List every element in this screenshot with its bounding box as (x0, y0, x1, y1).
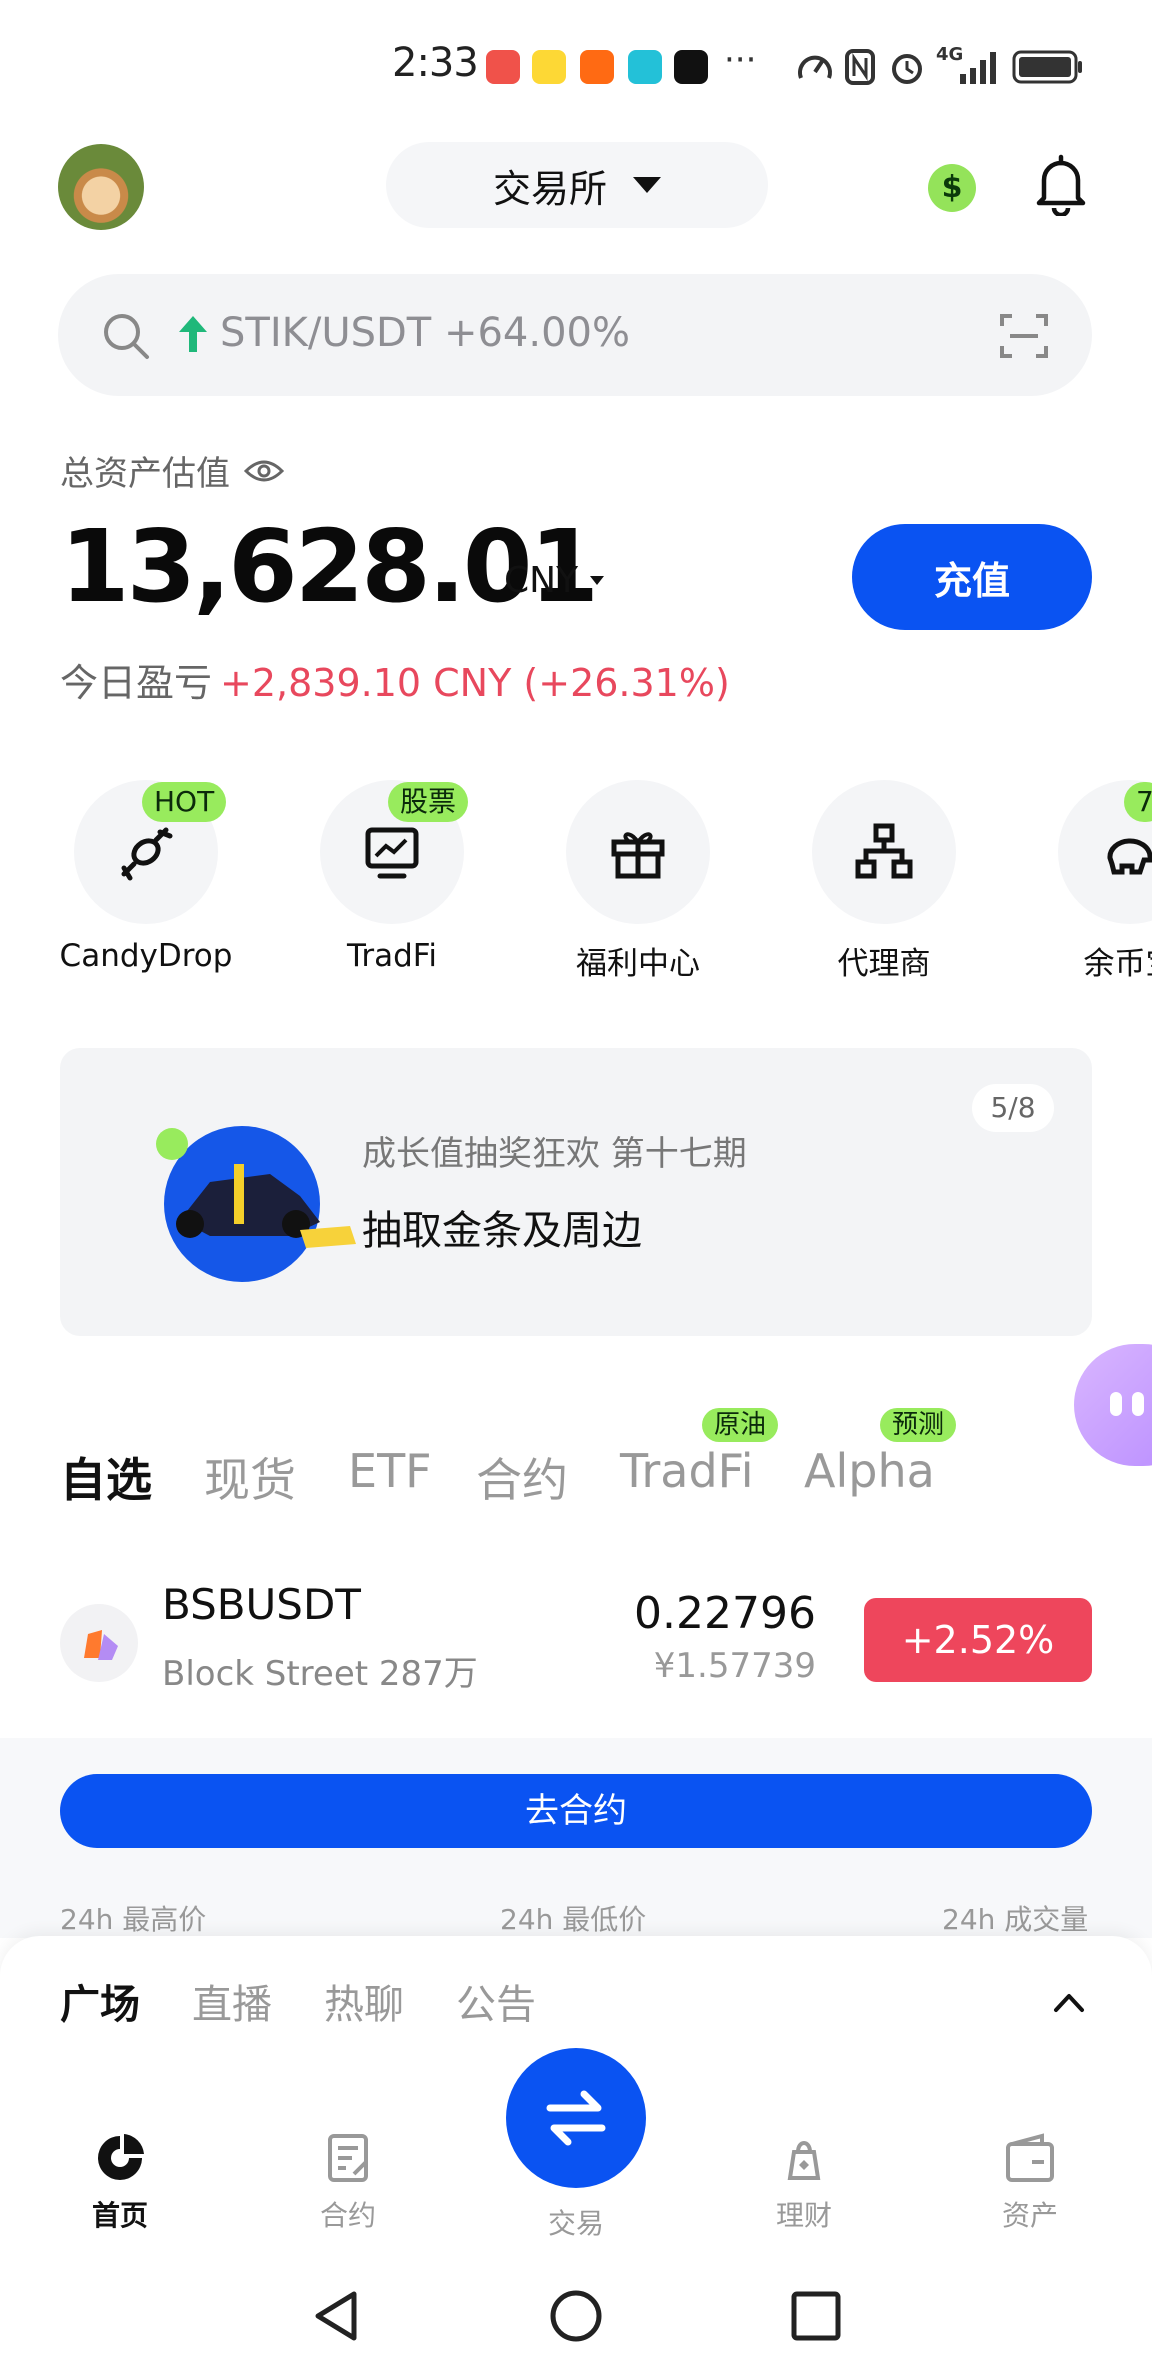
tab-announcements[interactable]: 公告 (456, 1972, 536, 2030)
contract-icon (328, 2134, 368, 2182)
back-icon[interactable] (308, 2288, 364, 2344)
today-pnl: 今日盈亏 +2,839.10 CNY (+26.31%) (60, 661, 730, 705)
shortcut-rewards-center[interactable]: 福利中心 (548, 780, 728, 983)
change-badge[interactable]: +2.52% (864, 1598, 1092, 1682)
nav-trade-label: 交易 (547, 2207, 604, 2240)
stat-24h-low-label: 24h 最低价 (500, 1903, 647, 1936)
scan-icon[interactable] (1000, 312, 1048, 360)
bell-icon[interactable] (1032, 154, 1090, 216)
search-icon (104, 314, 149, 359)
nav-assets[interactable]: 资产 (960, 2130, 1100, 2234)
tab-alpha[interactable]: Alpha (804, 1444, 935, 1498)
prediction-tag: 预测 (880, 1408, 957, 1442)
app-notification-icon (628, 50, 662, 84)
nfc-icon (845, 49, 875, 85)
banner-title: 抽取金条及周边 (362, 1208, 642, 1254)
eye-icon[interactable] (244, 459, 284, 483)
today-pnl-value: +2,839.10 CNY (+26.31%) (220, 661, 730, 705)
more-notifications-icon: ··· (724, 40, 757, 80)
coin-logo-icon (60, 1604, 138, 1682)
bot-eye-icon (1132, 1392, 1144, 1416)
gift-icon (611, 832, 665, 879)
avatar[interactable] (58, 144, 144, 230)
piggy-icon (1107, 838, 1152, 875)
search-placeholder: STIK/USDT +64.00% (220, 310, 630, 356)
caret-down-icon (590, 576, 605, 585)
candy-icon (121, 827, 173, 881)
shortcut-agent[interactable]: 代理商 (794, 780, 974, 983)
app-notification-icon (674, 50, 708, 84)
chevron-down-icon (633, 177, 661, 193)
recents-icon[interactable] (788, 2288, 844, 2344)
tab-live[interactable]: 直播 (192, 1972, 272, 2030)
currency-icon[interactable]: $ (928, 164, 976, 212)
currency-selector[interactable]: CNY (504, 560, 605, 601)
home-circle-icon[interactable] (548, 2288, 604, 2344)
nav-trade[interactable] (506, 2048, 646, 2188)
wallet-icon (1006, 2133, 1054, 2182)
tab-etf[interactable]: ETF (348, 1444, 432, 1498)
alarm-icon (892, 54, 922, 84)
home-icon (98, 2134, 144, 2180)
banner-pager: 5/8 (972, 1084, 1054, 1132)
exchange-label: 交易所 (492, 166, 607, 211)
weibo-icon (532, 50, 566, 84)
stocks-tag: 股票 (388, 782, 469, 822)
bot-eye-icon (1110, 1392, 1122, 1416)
total-assets-label: 总资产估值 (60, 446, 284, 495)
org-chart-icon (855, 823, 913, 879)
nav-home[interactable]: 首页 (50, 2130, 190, 2234)
chart-monitor-icon (365, 827, 419, 879)
promo-banner[interactable]: 成长值抽奖狂欢 第十七期 抽取金条及周边 5/8 (60, 1048, 1092, 1336)
crude-oil-tag: 原油 (702, 1408, 779, 1442)
race-car-promo-image (156, 1126, 356, 1282)
coin-subtitle: Block Street 287万 (162, 1654, 478, 1694)
coin-price-cny: ¥1.57739 (653, 1646, 816, 1686)
swap-icon (546, 2090, 606, 2146)
nav-earn[interactable]: 理财 (734, 2130, 874, 2234)
deposit-button[interactable]: 充值 (852, 524, 1092, 630)
signal-icon (960, 52, 996, 84)
tab-hot-chat[interactable]: 热聊 (324, 1972, 404, 2030)
exchange-switcher[interactable]: 交易所 (386, 142, 768, 228)
hot-tag: HOT (142, 782, 227, 822)
stat-24h-volume-label: 24h 成交量 (942, 1903, 1089, 1936)
battery-icon (1012, 50, 1082, 84)
ai-assistant-button[interactable] (1074, 1344, 1152, 1466)
nav-futures[interactable]: 合约 (278, 2130, 418, 2234)
speed-icon (798, 55, 832, 79)
finance-icon (787, 2141, 821, 2180)
chevron-up-icon[interactable] (1052, 1990, 1086, 2014)
banner-kicker: 成长值抽奖狂欢 第十七期 (362, 1134, 747, 1174)
taobao-icon (580, 50, 614, 84)
stat-24h-high-label: 24h 最高价 (60, 1903, 207, 1936)
tab-tradfi[interactable]: TradFi (620, 1444, 754, 1498)
go-to-futures-button[interactable]: 去合约 (60, 1774, 1092, 1848)
status-bar: 2:33 ··· 4G (0, 0, 1152, 130)
app-notification-icon (486, 50, 520, 84)
coin-symbol: BSBUSDT (162, 1580, 361, 1629)
tab-favorites[interactable]: 自选 (60, 1444, 152, 1510)
tab-spot[interactable]: 现货 (204, 1444, 296, 1510)
trend-up-arrow-icon (179, 316, 207, 352)
tab-futures[interactable]: 合约 (476, 1444, 568, 1510)
search-bar[interactable]: STIK/USDT +64.00% (58, 274, 1092, 396)
tab-square[interactable]: 广场 (60, 1972, 140, 2030)
coin-price: 0.22796 (634, 1588, 816, 1639)
clock: 2:33 (392, 40, 479, 86)
